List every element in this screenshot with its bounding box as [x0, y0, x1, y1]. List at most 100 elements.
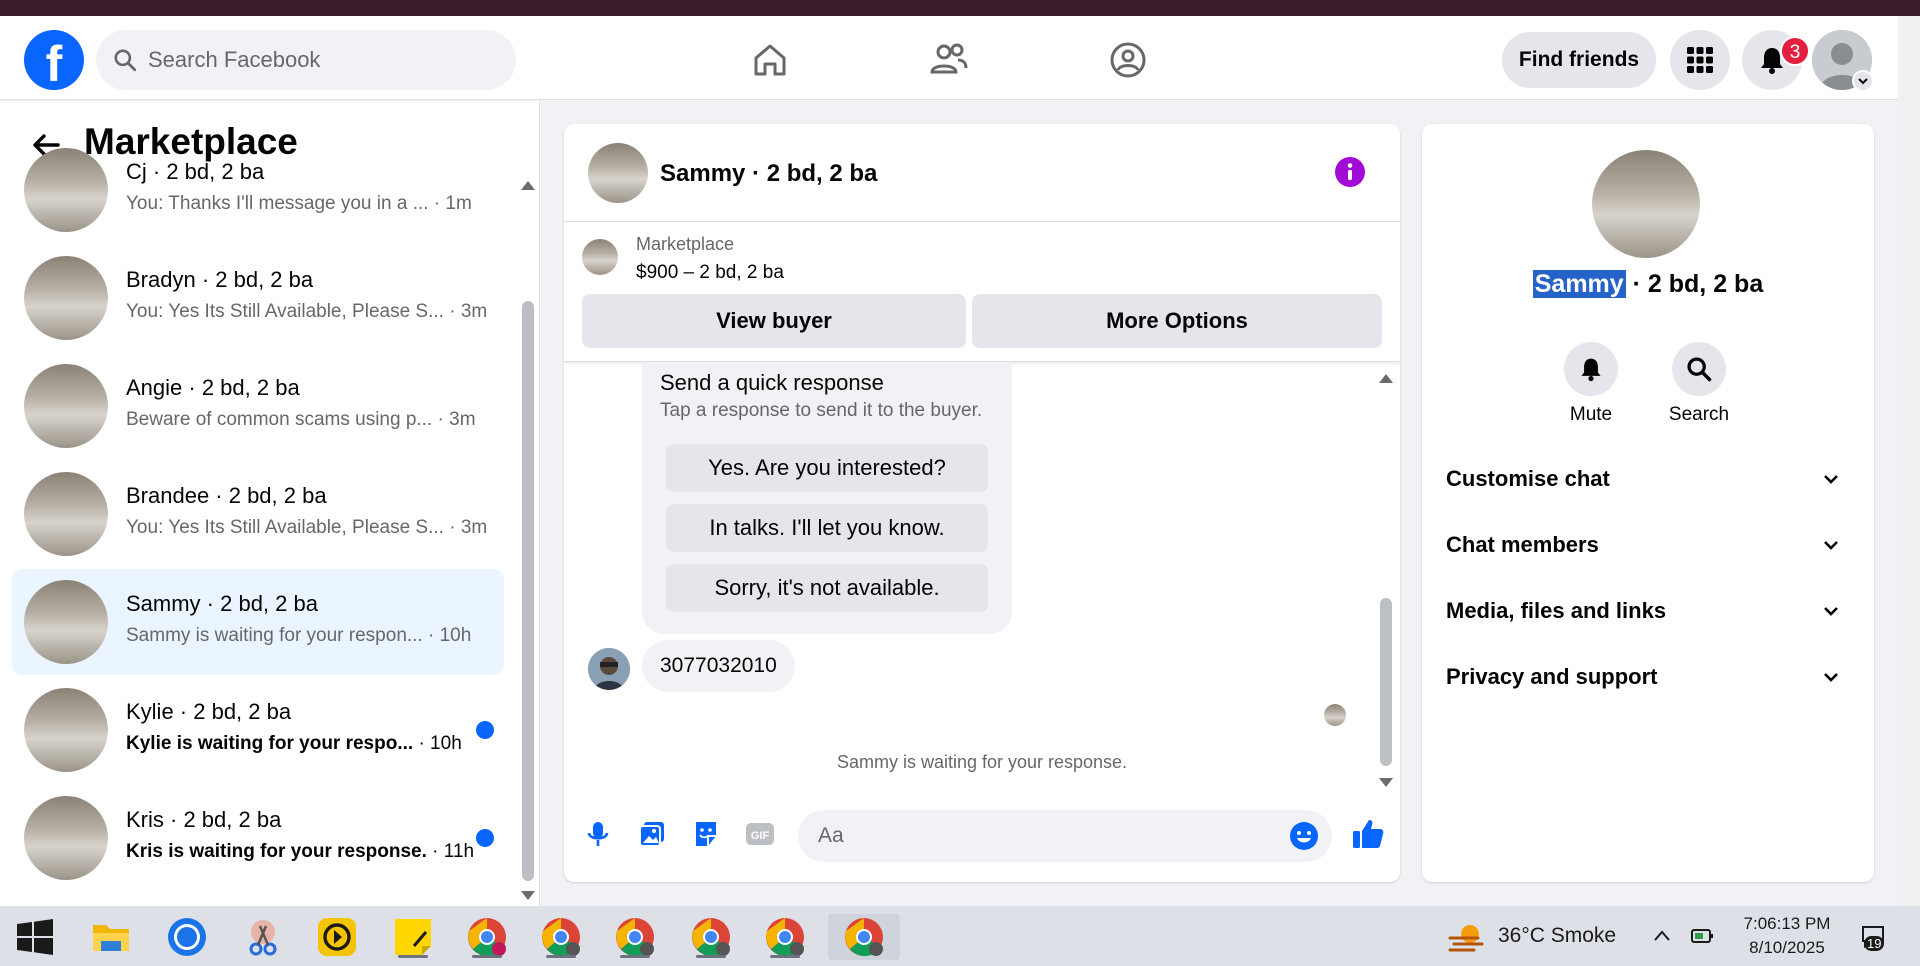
- contact-profile-photo[interactable]: [1592, 150, 1700, 258]
- info-icon[interactable]: [1334, 156, 1366, 188]
- chat-details-panel: Sammy · 2 bd, 2 ba Mute Search Customise…: [1422, 124, 1874, 882]
- chat-window: Sammy · 2 bd, 2 ba Marketplace $900 – 2 …: [564, 124, 1400, 882]
- chrome-profile-1[interactable]: [462, 914, 512, 960]
- groups-icon[interactable]: [1104, 36, 1152, 84]
- chevron-up-icon[interactable]: [1652, 928, 1672, 944]
- sticky-notes-app[interactable]: [388, 914, 438, 960]
- listing-price[interactable]: $900 – 2 bd, 2 ba: [636, 262, 784, 284]
- emoji-icon[interactable]: [1288, 820, 1320, 852]
- weather-text[interactable]: 36°C Smoke: [1498, 924, 1616, 948]
- conversation-time: · 3m: [443, 517, 488, 538]
- customise-chat-section[interactable]: Customise chat: [1446, 454, 1850, 502]
- chrome-profile-2[interactable]: [536, 914, 586, 960]
- conversation-item[interactable]: Sammy · 2 bd, 2 ba Sammy is waiting for y…: [12, 569, 504, 675]
- friends-icon[interactable]: [924, 36, 972, 84]
- chrome-icon: [616, 918, 654, 957]
- search-box[interactable]: [96, 30, 516, 90]
- chrome-profile-5[interactable]: [760, 914, 810, 960]
- remote-app[interactable]: [312, 914, 362, 960]
- search-icon: [1687, 357, 1712, 382]
- chat-members-section[interactable]: Chat members: [1446, 520, 1850, 568]
- app-icon: [318, 918, 356, 956]
- microphone-icon[interactable]: [582, 818, 614, 850]
- account-menu-chevron[interactable]: [1852, 70, 1874, 92]
- chromium-app[interactable]: [162, 914, 212, 960]
- chevron-down-icon: [1824, 475, 1838, 484]
- clock-time: 7:06:13 PM: [1743, 914, 1831, 933]
- quick-response-subtitle: Tap a response to send it to the buyer.: [660, 400, 983, 421]
- find-friends-button[interactable]: Find friends: [1502, 32, 1656, 88]
- quick-response-in-talks-button[interactable]: In talks. I'll let you know.: [666, 504, 988, 552]
- conversation-preview: Kris is waiting for your response.: [126, 841, 427, 862]
- page-scrollbar[interactable]: [1898, 16, 1920, 906]
- conversation-item[interactable]: Angie · 2 bd, 2 ba Beware of common scams…: [12, 353, 504, 459]
- contact-name[interactable]: Sammy · 2 bd, 2 ba: [1422, 270, 1874, 299]
- menu-button[interactable]: [1670, 30, 1730, 90]
- waiting-status-text: Sammy is waiting for your response.: [836, 752, 1128, 772]
- conversation-time: · 3m: [432, 409, 476, 430]
- battery-network-icon[interactable]: [1690, 926, 1716, 946]
- browser-icon: [168, 918, 206, 956]
- section-label: Media, files and links: [1446, 598, 1667, 623]
- conversation-item[interactable]: Kris · 2 bd, 2 ba Kris is waiting for you…: [12, 785, 504, 891]
- photo-icon[interactable]: [636, 818, 668, 850]
- section-label: Privacy and support: [1446, 664, 1658, 689]
- conversation-item[interactable]: Bradyn · 2 bd, 2 ba You: Yes Its Still Av…: [12, 245, 504, 351]
- scroll-up-arrow[interactable]: [521, 181, 535, 190]
- conversation-avatar: [24, 472, 108, 556]
- quick-response-not-available-button[interactable]: Sorry, it's not available.: [666, 564, 988, 612]
- notification-badge: 3: [1780, 36, 1810, 66]
- chat-scroll-up-arrow[interactable]: [1379, 374, 1393, 383]
- quick-response-yes-button[interactable]: Yes. Are you interested?: [666, 444, 988, 492]
- section-label: Customise chat: [1446, 466, 1610, 491]
- privacy-support-section[interactable]: Privacy and support: [1446, 652, 1850, 700]
- scissors-icon: [249, 920, 277, 956]
- scroll-down-arrow[interactable]: [521, 891, 535, 900]
- running-indicator: [472, 955, 502, 958]
- chat-scroll-down-arrow[interactable]: [1379, 778, 1393, 787]
- message-bubble[interactable]: 3077032010: [642, 640, 795, 692]
- chat-avatar[interactable]: [588, 143, 648, 203]
- search-conversation-button[interactable]: [1672, 342, 1726, 396]
- facebook-logo[interactable]: f: [24, 30, 84, 90]
- quick-response-title: Send a quick response: [660, 370, 884, 395]
- conversation-name: Kris · 2 bd, 2 ba: [126, 807, 282, 832]
- file-explorer-app[interactable]: [86, 914, 136, 960]
- chrome-profile-4[interactable]: [686, 914, 736, 960]
- media-files-links-section[interactable]: Media, files and links: [1446, 586, 1850, 634]
- message-input[interactable]: [818, 820, 1258, 852]
- search-label: Search: [1668, 404, 1730, 425]
- conversation-list-scrollbar[interactable]: [522, 301, 534, 881]
- person-photo-icon: [588, 648, 630, 690]
- more-options-button[interactable]: More Options: [972, 294, 1382, 348]
- chevron-down-icon: [1824, 673, 1838, 682]
- search-input[interactable]: [148, 47, 488, 73]
- thumbs-up-icon[interactable]: [1350, 816, 1386, 852]
- conversation-item[interactable]: Kylie · 2 bd, 2 ba Kylie is waiting for y…: [12, 677, 504, 783]
- windows-start-button[interactable]: [10, 914, 60, 960]
- chat-scrollbar[interactable]: [1380, 598, 1392, 766]
- snipping-tool-app[interactable]: [238, 914, 288, 960]
- mute-button[interactable]: [1564, 342, 1618, 396]
- conversation-avatar: [24, 688, 108, 772]
- chevron-down-icon: [1824, 541, 1838, 550]
- chat-title[interactable]: Sammy · 2 bd, 2 ba: [660, 160, 877, 188]
- chrome-profile-3[interactable]: [610, 914, 660, 960]
- chrome-profile-6-active[interactable]: [828, 914, 900, 960]
- home-icon[interactable]: [746, 36, 794, 84]
- section-label: Chat members: [1446, 532, 1599, 557]
- conversation-name: Bradyn · 2 bd, 2 ba: [126, 267, 314, 292]
- view-buyer-button[interactable]: View buyer: [582, 294, 966, 348]
- sender-avatar[interactable]: [588, 648, 630, 690]
- message-composer[interactable]: [798, 810, 1332, 862]
- conversation-item[interactable]: Cj · 2 bd, 2 ba You: Thanks I'll message …: [12, 137, 504, 243]
- chevron-down-icon: [1858, 78, 1868, 85]
- sticker-icon[interactable]: [690, 818, 722, 850]
- listing-thumbnail[interactable]: [582, 239, 618, 275]
- quick-response-card: Send a quick response Tap a response to …: [642, 362, 1012, 634]
- marketplace-listing-bar: Marketplace $900 – 2 bd, 2 ba View buyer…: [564, 222, 1400, 362]
- contact-name-rest: · 2 bd, 2 ba: [1625, 270, 1764, 298]
- conversation-item[interactable]: Brandee · 2 bd, 2 ba You: Yes Its Still A…: [12, 461, 504, 567]
- clock[interactable]: 7:06:13 PM 8/10/2025: [1732, 912, 1842, 960]
- gif-icon[interactable]: GIF: [744, 818, 776, 850]
